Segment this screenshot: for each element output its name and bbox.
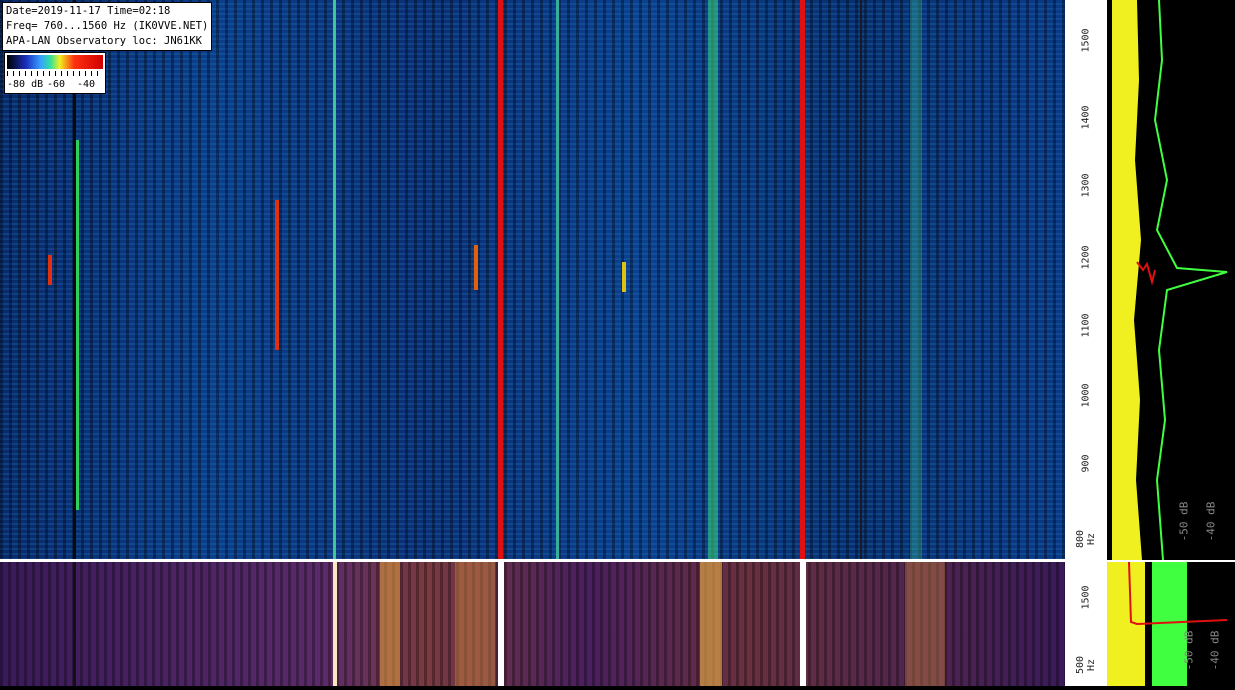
frequency-tick: 1300 [1080, 173, 1092, 198]
frequency-tick: 1500 [1080, 28, 1092, 53]
signal-trace [275, 200, 279, 350]
signal-trace [622, 262, 626, 292]
colorbar-label: -80 dB [7, 79, 44, 90]
signal-trace [498, 0, 503, 560]
frequency-tick: 500 Hz [1075, 655, 1097, 675]
green-trace [1153, 0, 1228, 561]
signal-trace [800, 562, 806, 686]
signal-trace [700, 562, 722, 686]
frequency-tick: 1400 [1080, 105, 1092, 130]
frequency-tick: 1200 [1080, 245, 1092, 270]
red-trace [1136, 261, 1156, 286]
frequency-tick: 800 Hz [1075, 529, 1097, 549]
signal-trace [333, 0, 336, 560]
spectrum-panel-bottom: -50 dB -40 dB [1107, 561, 1235, 686]
signal-trace [73, 562, 76, 686]
signal-trace [455, 562, 495, 686]
info-overlay: Date=2019-11-17 Time=02:18 Freq= 760...1… [2, 2, 213, 51]
db-label: -40 dB [1204, 501, 1218, 542]
date-time-label: Date=2019-11-17 Time=02:18 [6, 5, 171, 17]
signal-trace [48, 255, 52, 285]
frequency-tick: 1000 [1080, 383, 1092, 408]
color-gradient [7, 55, 103, 69]
signal-trace [498, 562, 504, 686]
signal-trace [800, 0, 805, 560]
signal-trace [474, 245, 478, 290]
signal-trace [380, 562, 400, 686]
frequency-tick: 900 [1080, 454, 1092, 473]
signal-trace [860, 0, 862, 560]
color-scale-ticks [7, 71, 103, 76]
db-label: -40 dB [1208, 630, 1222, 671]
frequency-tick: 1500 [1080, 585, 1092, 610]
signal-trace [910, 0, 922, 560]
frequency-tick: 1100 [1080, 313, 1092, 338]
panel-divider [0, 559, 1235, 562]
signal-trace [76, 140, 79, 510]
waterfall-bottom-spectrogram [0, 562, 1065, 686]
spectrum-panel-main: -50 dB -40 dB [1107, 0, 1235, 561]
waterfall-main-spectrogram [0, 0, 1065, 560]
colorbar-label: -40 [77, 79, 96, 90]
color-scale-legend: -80 dB -60 -40 [4, 52, 106, 94]
frequency-range-label: Freq= 760...1560 Hz (IK0VVE.NET) [6, 20, 209, 32]
db-label: -50 dB [1177, 501, 1191, 542]
spectrum-trace-chart [1112, 0, 1228, 561]
db-label: -50 dB [1182, 630, 1196, 671]
signal-trace [556, 0, 559, 560]
observatory-location-label: APA-LAN Observatory loc: JN61KK [6, 35, 202, 47]
frequency-axis-main: 1500 1400 1300 1200 1100 1000 900 800 Hz [1065, 0, 1107, 560]
signal-trace [708, 0, 718, 560]
yellow-trace [1112, 0, 1142, 560]
signal-trace [333, 562, 337, 686]
colorbar-label: -60 [47, 79, 66, 90]
frequency-axis-bottom: 1500 500 Hz [1065, 562, 1107, 686]
spectrogram-app: 1500 1400 1300 1200 1100 1000 900 800 Hz… [0, 0, 1235, 686]
signal-trace [905, 562, 945, 686]
